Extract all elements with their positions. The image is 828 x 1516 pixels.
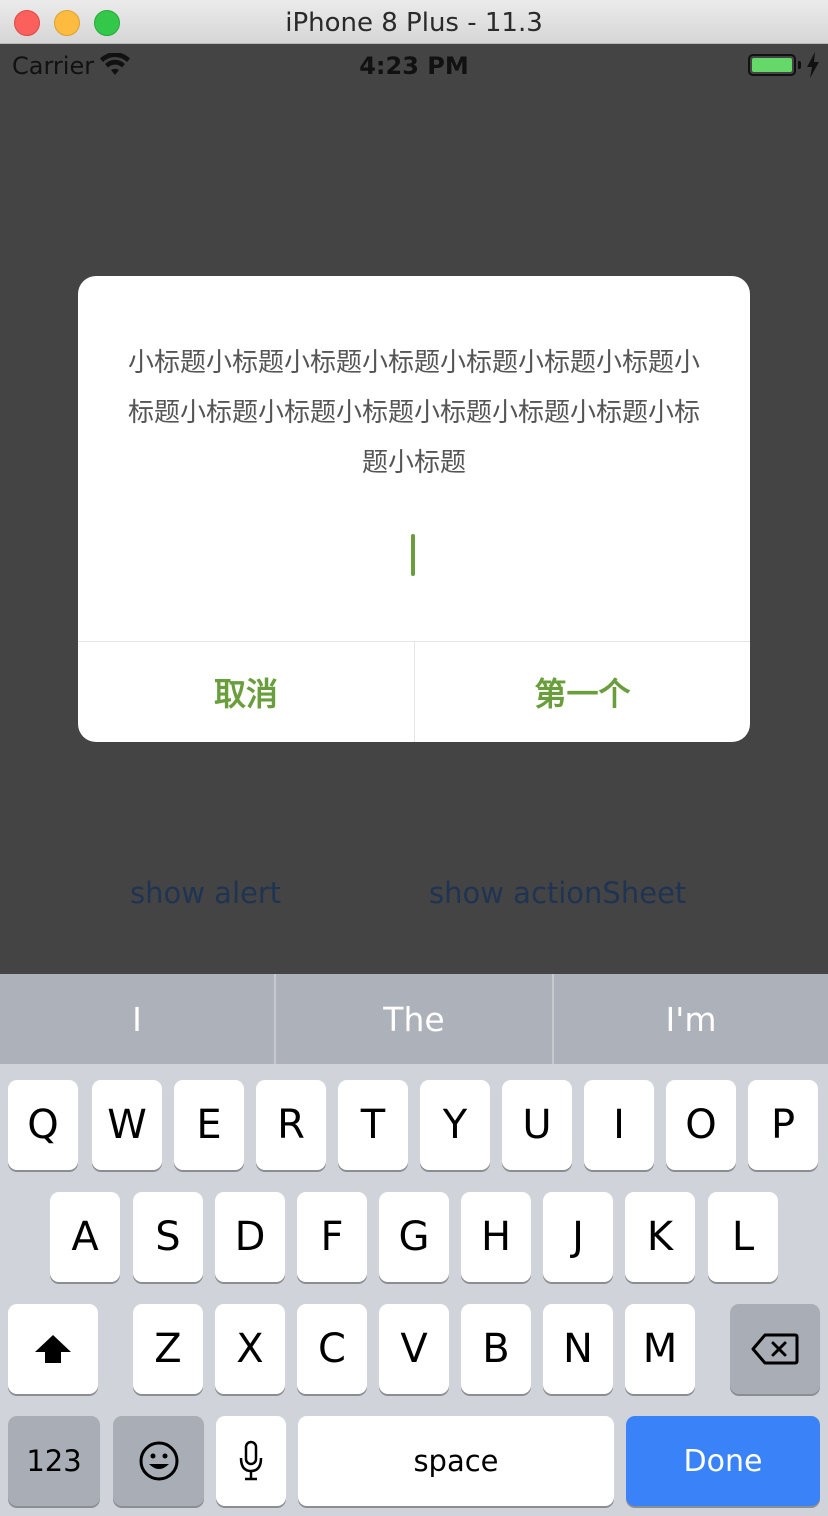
key-v[interactable]: V [379,1304,449,1394]
suggestion-2[interactable]: The [276,974,552,1064]
emoji-key[interactable] [113,1416,204,1506]
key-d[interactable]: D [215,1192,285,1282]
key-a[interactable]: A [50,1192,120,1282]
key-c[interactable]: C [297,1304,367,1394]
charging-bolt-icon [807,52,819,78]
key-s[interactable]: S [133,1192,203,1282]
keyboard: I The I'm Q W E R T Y U I O P A S D F G … [0,974,828,1516]
shift-key[interactable] [8,1304,98,1394]
battery-tip [798,61,801,69]
key-z[interactable]: Z [133,1304,203,1394]
suggestion-1[interactable]: I [0,974,274,1064]
microphone-icon [239,1440,263,1481]
key-q[interactable]: Q [8,1080,78,1170]
window-title: iPhone 8 Plus - 11.3 [285,8,543,38]
key-w[interactable]: W [92,1080,162,1170]
numbers-key[interactable]: 123 [8,1416,100,1506]
key-k[interactable]: K [625,1192,695,1282]
predictive-bar: I The I'm [0,974,828,1064]
key-x[interactable]: X [215,1304,285,1394]
key-m[interactable]: M [625,1304,695,1394]
done-key[interactable]: Done [626,1416,820,1506]
key-l[interactable]: L [708,1192,778,1282]
cancel-button[interactable]: 取消 [78,642,414,742]
backspace-icon [751,1333,799,1365]
key-t[interactable]: T [338,1080,408,1170]
emoji-icon [139,1441,178,1481]
first-button[interactable]: 第一个 [415,642,750,742]
key-o[interactable]: O [666,1080,736,1170]
key-p[interactable]: P [748,1080,818,1170]
status-bar: Carrier 4:23 PM [0,44,828,88]
key-g[interactable]: G [379,1192,449,1282]
key-i[interactable]: I [584,1080,654,1170]
key-h[interactable]: H [461,1192,531,1282]
key-u[interactable]: U [502,1080,572,1170]
key-b[interactable]: B [461,1304,531,1394]
shift-icon [35,1335,71,1363]
alert-dialog: 小标题小标题小标题小标题小标题小标题小标题小标题小标题小标题小标题小标题小标题小… [78,276,750,742]
text-input-caret[interactable] [411,534,415,576]
show-action-sheet-link[interactable]: show actionSheet [429,876,686,910]
key-y[interactable]: Y [420,1080,490,1170]
suggestion-3[interactable]: I'm [554,974,828,1064]
key-j[interactable]: J [543,1192,613,1282]
dictation-key[interactable] [216,1416,286,1506]
key-r[interactable]: R [256,1080,326,1170]
battery-icon [748,54,796,76]
space-key[interactable]: space [298,1416,614,1506]
key-f[interactable]: F [297,1192,367,1282]
show-alert-link[interactable]: show alert [130,876,281,910]
delete-key[interactable] [730,1304,820,1394]
key-e[interactable]: E [174,1080,244,1170]
simulator-title-bar: iPhone 8 Plus - 11.3 [0,0,828,44]
status-time: 4:23 PM [359,52,469,80]
alert-message: 小标题小标题小标题小标题小标题小标题小标题小标题小标题小标题小标题小标题小标题小… [127,348,700,478]
key-n[interactable]: N [543,1304,613,1394]
